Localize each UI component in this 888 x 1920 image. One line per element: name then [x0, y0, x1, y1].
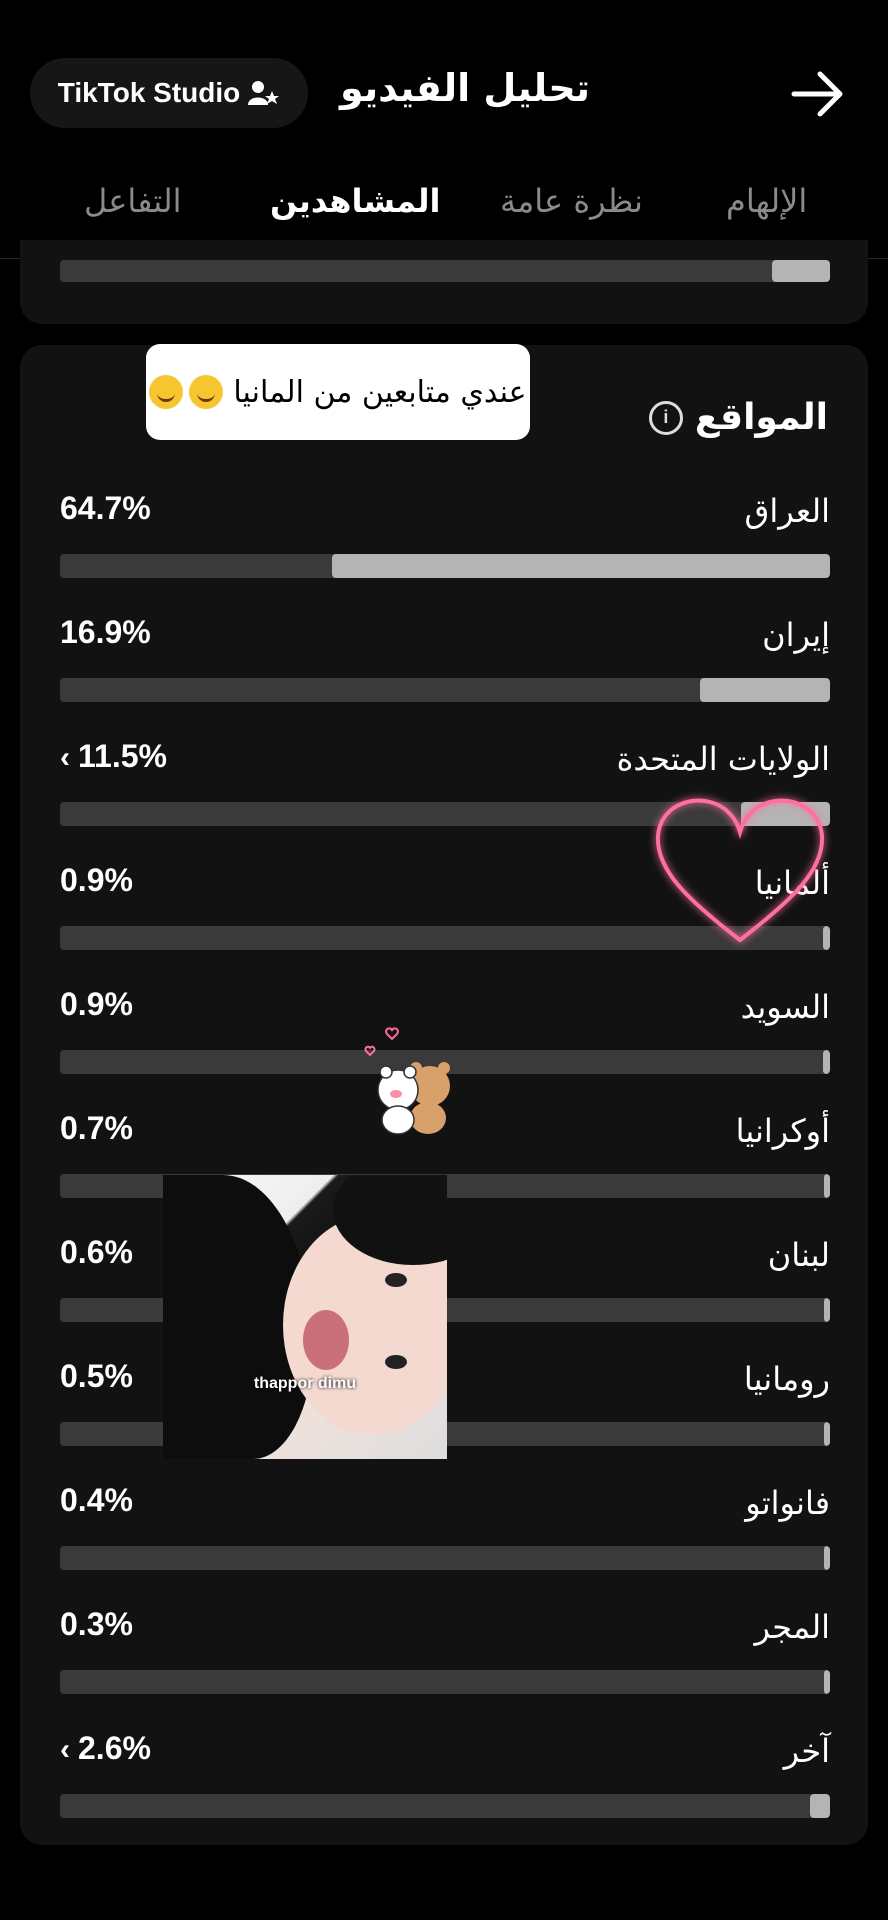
location-bar-fill: [824, 1546, 830, 1570]
location-country: آخر: [783, 1732, 830, 1770]
location-row: 0.4% فانواتو: [60, 1482, 830, 1582]
percent-value: 64.7%: [60, 490, 151, 526]
location-percent: 0.5%: [60, 1358, 133, 1395]
location-percent: ‹ 11.5%: [60, 738, 167, 775]
tab-overview[interactable]: نظرة عامة: [500, 182, 643, 220]
location-bar-track: [60, 1546, 830, 1570]
location-country: المجر: [754, 1608, 830, 1646]
location-country: السويد: [740, 988, 830, 1026]
location-percent: 0.9%: [60, 862, 133, 899]
tab-audience[interactable]: المشاهدين: [270, 182, 441, 220]
tab-inspiration[interactable]: الإلهام: [726, 182, 807, 220]
tiktok-studio-button[interactable]: TikTok Studio: [30, 58, 308, 128]
header: TikTok Studio تحليل الفيديو: [0, 0, 888, 190]
photo-caption: thappor dimu: [253, 1375, 357, 1392]
location-bar-track: [60, 1794, 830, 1818]
tab-engagement[interactable]: التفاعل: [84, 182, 182, 220]
back-arrow-icon[interactable]: [790, 68, 846, 120]
location-country: رومانيا: [743, 1360, 830, 1398]
info-icon[interactable]: i: [648, 400, 683, 435]
percent-value: 0.6%: [60, 1234, 133, 1270]
percent-value: 11.5%: [78, 738, 167, 774]
location-bar-track: [60, 554, 830, 578]
location-row[interactable]: ‹ 2.6% آخر: [60, 1730, 830, 1830]
location-percent: 16.9%: [60, 614, 151, 651]
location-country: إيران: [762, 616, 830, 654]
previous-section-card: [20, 240, 868, 324]
chevron-left-icon[interactable]: ‹: [60, 741, 70, 774]
location-country: العراق: [744, 492, 830, 530]
percent-value: 2.6%: [78, 1730, 151, 1766]
percent-value: 16.9%: [60, 614, 151, 650]
page-title: تحليل الفيديو: [340, 66, 591, 110]
progress-fill: [772, 260, 830, 282]
locations-title: المواقع i: [648, 397, 828, 438]
location-country: لبنان: [767, 1236, 830, 1274]
location-country: الولايات المتحدة: [616, 740, 830, 778]
location-percent: 0.3%: [60, 1606, 133, 1643]
location-percent: ‹ 2.6%: [60, 1730, 151, 1767]
percent-value: 0.5%: [60, 1358, 133, 1394]
location-bar-fill: [824, 1298, 830, 1322]
percent-value: 0.9%: [60, 986, 133, 1022]
chevron-left-icon[interactable]: ‹: [60, 1733, 70, 1766]
bears-hug-sticker: [364, 1027, 450, 1135]
location-row: 64.7% العراق: [60, 490, 830, 590]
location-bar-fill: [823, 1050, 830, 1074]
location-bar-fill: [809, 1794, 830, 1818]
location-country: أوكرانيا: [735, 1112, 830, 1150]
location-country: فانواتو: [745, 1484, 830, 1522]
location-percent: 0.6%: [60, 1234, 133, 1271]
location-row: 0.3% المجر: [60, 1606, 830, 1706]
locations-title-text: المواقع: [694, 397, 828, 438]
studio-label: TikTok Studio: [57, 77, 241, 108]
location-bar-fill: [331, 554, 830, 578]
creator-icon: [248, 81, 280, 105]
location-bar-fill: [824, 1670, 830, 1694]
location-percent: 64.7%: [60, 490, 151, 527]
location-percent: 0.9%: [60, 986, 133, 1023]
comment-text: عندي متابعين من المانيا: [233, 374, 527, 410]
location-bar-track: [60, 678, 830, 702]
emoji-group: [149, 375, 224, 409]
profile-photo-overlay: thappor dimu: [163, 1175, 447, 1459]
location-percent: 0.4%: [60, 1482, 133, 1519]
neon-heart-sticker: [655, 798, 825, 943]
percent-value: 0.4%: [60, 1482, 133, 1518]
location-bar-fill: [824, 1174, 830, 1198]
smirk-emoji-icon: [189, 375, 224, 409]
location-row: 16.9% إيران: [60, 614, 830, 714]
percent-value: 0.7%: [60, 1110, 133, 1146]
laughing-emoji-icon: [149, 375, 184, 409]
location-bar-track: [60, 1670, 830, 1694]
comment-reply-bubble: عندي متابعين من المانيا: [146, 344, 530, 440]
location-percent: 0.7%: [60, 1110, 133, 1147]
location-bar-fill: [824, 1422, 830, 1446]
progress-track: [60, 260, 830, 282]
location-bar-fill: [699, 678, 830, 702]
percent-value: 0.9%: [60, 862, 133, 898]
percent-value: 0.3%: [60, 1606, 133, 1642]
